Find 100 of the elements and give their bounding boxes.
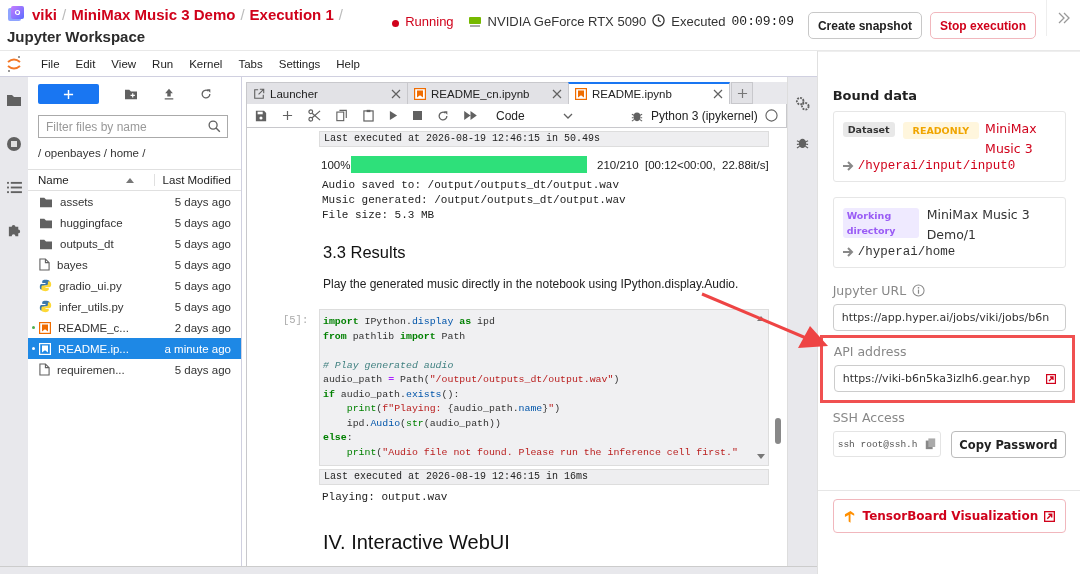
clipboard-icon[interactable] [363,109,374,122]
open-external-icon[interactable] [1046,373,1057,384]
menu-item[interactable]: File [33,57,68,70]
breadcrumb-separator: / [240,5,245,23]
file-modified: 5 days ago [174,258,232,271]
code-line: ipd.Audio(str(audio_path)) [345,416,502,431]
file-modified: 5 days ago [174,279,232,292]
url-field[interactable]: https://viki-b6n5ka3izlh6.gear.hyp [833,365,1066,392]
arrow-right-icon [842,247,855,257]
run-icon[interactable] [389,110,398,121]
gears-icon[interactable] [794,96,810,111]
mount-path: /hyperai/input/input0 [857,159,1016,173]
file-modified: a minute ago [164,342,232,355]
column-header[interactable]: Last Modified [155,174,241,186]
file-row[interactable]: assets 5 days ago [28,191,241,212]
python-icon [39,300,52,313]
binding-name[interactable]: MiniMax Music 3 [985,119,1058,159]
tab-label: README_cn.ipynb [431,87,531,100]
copy-password-button[interactable]: Copy Password [950,431,1067,458]
close-icon[interactable] [552,88,562,99]
breadcrumb-link[interactable]: Execution 1 [249,5,334,23]
folder-path[interactable]: / openbayes / home / [28,138,241,164]
copy-icon[interactable] [336,109,348,122]
ssh-field[interactable]: ssh root@ssh.h [832,431,941,457]
list-icon[interactable] [6,181,22,194]
bug-icon[interactable] [795,136,809,149]
notebook-tab[interactable]: Launcher [246,82,408,104]
file-row[interactable]: infer_utils.py 5 days ago [28,296,241,317]
filter-field[interactable]: Filter files by name [38,115,228,138]
cell-type-dropdown[interactable]: Code [496,108,573,123]
info-icon[interactable] [912,283,926,297]
file-name: requiremen... [57,363,126,376]
chevron-down-icon [562,112,573,119]
menu-item[interactable]: Tabs [230,57,271,70]
code-line: print("Audio file not found. Please run the inference cell first." [345,445,739,460]
puzzle-icon[interactable] [6,223,22,238]
stop-button[interactable]: Stop execution [930,12,1036,39]
menu-item[interactable]: Help [328,57,368,70]
file-name: bayes [57,258,89,271]
kernel-name[interactable]: Python 3 (ipykernel) [650,108,758,123]
file-row[interactable]: bayes 5 days ago [28,254,241,275]
executed-time: 00:09:09 [731,14,794,29]
menu-item[interactable]: View [103,57,145,70]
file-name: README.ip... [58,342,130,355]
breadcrumb-link[interactable]: viki [32,5,58,23]
code-line: audio_path = Path("/output/outputs_dt/output.wav") [323,373,621,387]
add-tab-button[interactable] [731,82,753,104]
launcher-icon [253,87,265,100]
code-editor[interactable] [319,309,769,466]
file-row[interactable]: gradio_ui.py 5 days ago [28,275,241,296]
folder-icon [39,195,53,208]
file-icon [39,258,50,271]
close-icon[interactable] [391,88,401,99]
markdown-heading: 3.3 Results [322,242,407,263]
url-field[interactable]: https://app.hyper.ai/jobs/viki/jobs/b6n [832,304,1067,331]
breadcrumb-link[interactable]: MiniMax Music 3 Demo [71,5,236,23]
file-modified: 5 days ago [174,195,232,208]
code-line: import IPython.display as ipd [323,315,496,329]
restart-icon[interactable] [437,109,449,122]
file-row[interactable]: README_c... 2 days ago [28,317,241,338]
copy-icon[interactable] [924,438,936,450]
menu-item[interactable]: Settings [270,57,329,70]
file-row[interactable]: requiremen... 5 days ago [28,359,241,380]
binding-name: MiniMax Music 3 Demo/1 [926,206,1031,244]
notebook-tab[interactable]: README.ipynb [568,82,730,104]
upload-icon[interactable] [163,88,175,100]
file-row[interactable]: outputs_dt 5 days ago [28,233,241,254]
snapshot-button[interactable]: Create snapshot [807,12,922,39]
close-icon[interactable] [713,89,723,99]
file-modified: 5 days ago [174,216,232,229]
file-row[interactable]: README.ip... a minute ago [28,338,241,359]
output-line: Playing: output.wav [322,490,449,505]
menu-item[interactable]: Run [144,57,182,70]
new-folder-icon[interactable] [124,88,138,100]
code-line: # Play generated audio [323,358,455,373]
stop-circle-icon[interactable] [6,136,22,152]
tensorboard-button[interactable]: TensorBoard Visualization [832,499,1067,533]
notebook-icon [414,87,426,100]
scroll-up-icon[interactable] [756,316,765,321]
notebook-tab[interactable]: README_cn.ipynb [407,82,569,104]
file-name: outputs_dt [60,237,115,250]
folder-icon[interactable] [6,93,22,107]
double-chevron-icon [1056,11,1071,25]
fast-forward-icon[interactable] [464,111,477,120]
scrollbar-thumb[interactable] [774,418,781,444]
code-line: from pathlib import Path [323,329,467,344]
menu-item[interactable]: Kernel [181,57,231,70]
save-icon[interactable] [255,109,267,122]
markdown-paragraph: Play the generated music directly in the notebook using IPython.display.Audio. [322,276,740,293]
refresh-icon[interactable] [200,88,212,100]
gpu-chip-icon [467,16,482,28]
file-row[interactable]: huggingface 5 days ago [28,212,241,233]
scroll-down-icon[interactable] [756,454,765,459]
column-header[interactable]: Name [28,174,155,186]
tag: READONLY [902,122,980,139]
cut-icon[interactable] [308,109,321,122]
status-text: Running [405,14,454,29]
status-dot [392,20,400,27]
menu-item[interactable]: Edit [67,57,104,70]
add-icon[interactable] [282,110,293,121]
